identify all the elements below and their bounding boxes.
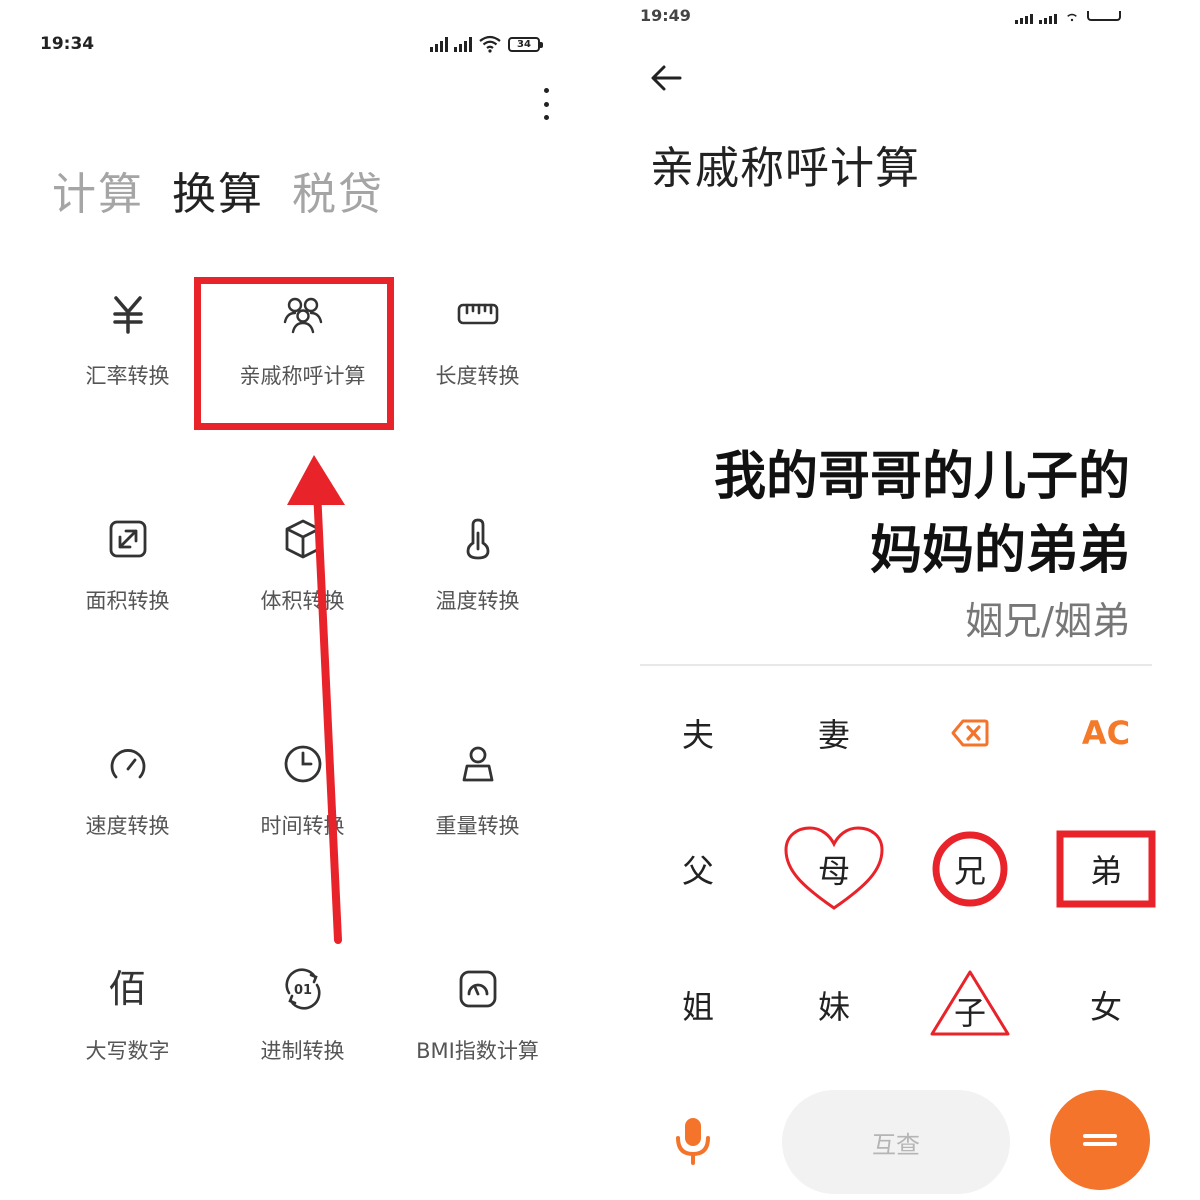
key-label: AC: [1081, 714, 1131, 752]
wifi-icon: [479, 35, 501, 53]
more-options-icon[interactable]: [538, 88, 554, 120]
status-time: 19:49: [640, 6, 691, 25]
status-icons: [1015, 8, 1121, 24]
tool-label: 体积转换: [260, 589, 345, 613]
tool-time[interactable]: 时间转换: [215, 740, 390, 965]
tool-label: 面积转换: [85, 589, 170, 613]
key-label: 女: [1089, 988, 1122, 1026]
key-label: 妹: [817, 988, 850, 1026]
tool-label: 汇率转换: [85, 364, 170, 388]
tool-label: 重量转换: [435, 814, 520, 838]
thermometer-icon: [454, 515, 502, 563]
tool-exchange-rate[interactable]: 汇率转换: [40, 290, 215, 515]
weight-icon: [454, 740, 502, 788]
yen-icon: [104, 290, 152, 338]
tool-uppercase-number[interactable]: 佰 大写数字: [40, 965, 215, 1190]
tool-temperature[interactable]: 温度转换: [390, 515, 565, 740]
key-mother[interactable]: 母: [766, 801, 902, 937]
key-backspace[interactable]: [902, 665, 1038, 801]
back-arrow-icon[interactable]: [648, 58, 688, 98]
status-time: 19:34: [40, 34, 95, 54]
bmi-icon: [454, 965, 502, 1013]
key-label: 子: [953, 994, 986, 1032]
status-icons: 34: [430, 35, 543, 53]
key-label: 姐: [681, 988, 714, 1026]
signal-icon: [1015, 8, 1033, 24]
page-title: 亲戚称呼计算: [650, 143, 920, 194]
microphone-icon[interactable]: [670, 1116, 716, 1166]
relation-expression: 我的哥哥的儿子的 妈妈的弟弟: [650, 440, 1130, 588]
tool-volume[interactable]: 体积转换: [215, 515, 390, 740]
tool-label: 速度转换: [85, 814, 170, 838]
binary-icon: 01: [279, 965, 327, 1013]
tool-label: 进制转换: [260, 1039, 345, 1063]
tab-calculate[interactable]: 计算: [52, 158, 144, 222]
tab-convert[interactable]: 换算: [172, 158, 264, 222]
tool-label: 长度转换: [435, 364, 520, 388]
relation-keypad: 夫 妻 AC 父 母 兄 弟 姐 妹 子 女: [630, 665, 1170, 1073]
tool-label: 温度转换: [435, 589, 520, 613]
signal-icon: [1039, 8, 1057, 24]
bottom-actions: 互查: [630, 1090, 1200, 1200]
key-wife[interactable]: 妻: [766, 665, 902, 801]
key-clear-all[interactable]: AC: [1038, 665, 1174, 801]
tool-label: BMI指数计算: [416, 1039, 539, 1063]
expression-line: 我的哥哥的儿子的: [713, 447, 1130, 507]
main-tabs: 计算 换算 税贷: [52, 158, 384, 222]
key-daughter[interactable]: 女: [1038, 937, 1174, 1073]
signal-icon: [430, 36, 448, 52]
battery-icon: 34: [508, 36, 543, 52]
equals-icon: [1083, 1130, 1117, 1150]
bai-icon: 佰: [108, 967, 147, 1011]
tool-label: 时间转换: [260, 814, 345, 838]
backspace-icon: [951, 719, 989, 747]
tool-weight[interactable]: 重量转换: [390, 740, 565, 965]
equals-button[interactable]: [1050, 1090, 1150, 1190]
signal-icon: [454, 36, 472, 52]
relation-result: 姻兄/姻弟: [965, 599, 1130, 643]
key-elder-sister[interactable]: 姐: [630, 937, 766, 1073]
ruler-icon: [454, 290, 502, 338]
mutual-query-button[interactable]: 互查: [782, 1090, 1010, 1194]
binary-icon-text: 01: [293, 983, 311, 998]
key-label: 夫: [681, 716, 714, 754]
key-elder-brother[interactable]: 兄: [902, 801, 1038, 937]
tool-speed[interactable]: 速度转换: [40, 740, 215, 965]
key-label: 妻: [817, 716, 850, 754]
key-label: 母: [817, 852, 850, 890]
converter-screen: 19:34 34 计算 换算 税贷 汇率转换 亲戚称呼计算 长度转换 面积转换 …: [0, 0, 600, 1200]
tool-length[interactable]: 长度转换: [390, 290, 565, 515]
key-label: 兄: [953, 852, 986, 890]
cube-icon: [279, 515, 327, 563]
battery-icon: [1087, 11, 1121, 21]
key-younger-brother[interactable]: 弟: [1038, 801, 1174, 937]
key-father[interactable]: 父: [630, 801, 766, 937]
tool-label: 大写数字: [85, 1039, 170, 1063]
key-label: 弟: [1089, 852, 1122, 890]
tool-bmi[interactable]: BMI指数计算: [390, 965, 565, 1190]
key-label: 父: [681, 852, 714, 890]
annotation-highlight-box: [194, 277, 394, 430]
query-label: 互查: [872, 1130, 920, 1159]
tool-base-conversion[interactable]: 01 进制转换: [215, 965, 390, 1190]
wifi-icon: [1067, 13, 1077, 22]
key-younger-sister[interactable]: 妹: [766, 937, 902, 1073]
key-husband[interactable]: 夫: [630, 665, 766, 801]
area-icon: [104, 515, 152, 563]
relatives-calculator-screen: 19:49 亲戚称呼计算 我的哥哥的儿子的 妈妈的弟弟 姻兄/姻弟 夫 妻 AC…: [630, 0, 1200, 1200]
tool-area[interactable]: 面积转换: [40, 515, 215, 740]
tab-tax-loan[interactable]: 税贷: [292, 158, 384, 222]
key-son[interactable]: 子: [902, 937, 1038, 1073]
clock-icon: [279, 740, 327, 788]
speedometer-icon: [104, 740, 152, 788]
expression-line: 妈妈的弟弟: [869, 521, 1130, 581]
